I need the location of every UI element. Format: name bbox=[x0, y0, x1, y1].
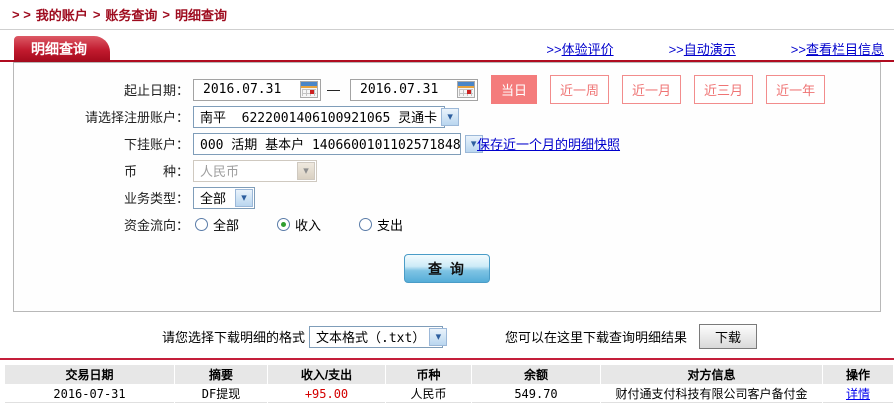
red-divider bbox=[0, 358, 894, 360]
currency-value: 人民币 bbox=[200, 161, 293, 180]
start-date-input[interactable]: 2016.07.31 bbox=[193, 79, 321, 101]
breadcrumb-item-detail-query[interactable]: 明细查询 bbox=[175, 5, 227, 24]
link-arrows: >> bbox=[669, 42, 684, 57]
col-header-counterparty: 对方信息 bbox=[601, 365, 822, 384]
calendar-icon[interactable] bbox=[300, 81, 318, 98]
tab-band: 明细查询 >>体验评价 >>自动演示 >>查看栏目信息 bbox=[0, 36, 894, 62]
radio-label: 收入 bbox=[295, 215, 321, 234]
link-auto-demo[interactable]: >>自动演示 bbox=[669, 39, 736, 58]
download-format-select[interactable]: 文本格式（.txt） ▾ bbox=[309, 326, 443, 348]
link-arrows: >> bbox=[546, 42, 561, 57]
business-type-value: 全部 bbox=[200, 188, 231, 207]
breadcrumb-separator: > bbox=[93, 7, 101, 22]
save-monthly-snapshot-link[interactable]: 保存近一个月的明细快照 bbox=[477, 134, 620, 153]
link-label: 体验评价 bbox=[562, 42, 614, 57]
col-header-summary: 摘要 bbox=[175, 365, 267, 384]
query-button[interactable]: 查 询 bbox=[404, 254, 490, 283]
result-table: 交易日期 摘要 收入/支出 币种 余额 对方信息 操作 2016-07-31 D… bbox=[4, 364, 894, 404]
download-format-label: 请您选择下载明细的格式 bbox=[162, 327, 305, 346]
header-links: >>体验评价 >>自动演示 >>查看栏目信息 bbox=[546, 39, 884, 58]
cell-counterparty: 财付通支付科技有限公司客户备付金 bbox=[601, 385, 822, 403]
date-range-row: 起止日期： 2016.07.31 — 2016.07.31 当日 近一周 近一月… bbox=[14, 76, 880, 103]
quick-range-3months-button[interactable]: 近三月 bbox=[694, 75, 753, 104]
sub-account-row: 下挂账户： 000 活期 基本户 1406600101102571848 ▾ 保… bbox=[14, 130, 880, 157]
link-label: 查看栏目信息 bbox=[806, 42, 884, 57]
currency-label: 币 种： bbox=[14, 161, 189, 180]
register-account-select[interactable]: 南平 6222001406100921065 灵通卡 ▾ bbox=[193, 106, 445, 128]
end-date-value: 2016.07.31 bbox=[360, 82, 457, 97]
chevron-down-icon: ▾ bbox=[297, 162, 315, 180]
col-header-currency: 币种 bbox=[386, 365, 471, 384]
quick-range-week-button[interactable]: 近一周 bbox=[550, 75, 609, 104]
register-account-row: 请选择注册账户： 南平 6222001406100921065 灵通卡 ▾ bbox=[14, 103, 880, 130]
breadcrumb-item-account-query[interactable]: 账务查询 bbox=[105, 5, 157, 24]
currency-select: 人民币 ▾ bbox=[193, 160, 317, 182]
download-row: 请您选择下载明细的格式 文本格式（.txt） ▾ 您可以在这里下载查询明细结果 … bbox=[162, 324, 894, 349]
sub-account-label: 下挂账户： bbox=[14, 134, 189, 153]
flow-radio-all[interactable]: 全部 bbox=[195, 215, 239, 234]
register-account-label: 请选择注册账户： bbox=[14, 107, 189, 126]
detail-link[interactable]: 详情 bbox=[846, 387, 870, 401]
quick-range-today-button[interactable]: 当日 bbox=[491, 75, 537, 104]
start-date-value: 2016.07.31 bbox=[203, 82, 300, 97]
radio-label: 支出 bbox=[377, 215, 403, 234]
date-range-label: 起止日期： bbox=[14, 80, 189, 99]
breadcrumb: > > 我的账户 > 账务查询 > 明细查询 bbox=[0, 0, 894, 30]
table-row: 2016-07-31 DF提现 +95.00 人民币 549.70 财付通支付科… bbox=[5, 385, 893, 403]
flow-radio-expense[interactable]: 支出 bbox=[359, 215, 403, 234]
sub-account-select[interactable]: 000 活期 基本户 1406600101102571848 ▾ bbox=[193, 133, 461, 155]
end-date-input[interactable]: 2016.07.31 bbox=[350, 79, 478, 101]
download-format-value: 文本格式（.txt） bbox=[316, 327, 425, 346]
cell-currency: 人民币 bbox=[386, 385, 471, 403]
sub-account-value: 000 活期 基本户 1406600101102571848 bbox=[200, 134, 461, 153]
chevron-down-icon[interactable]: ▾ bbox=[235, 189, 253, 207]
breadcrumb-item-my-account[interactable]: 我的账户 bbox=[36, 5, 88, 24]
query-button-row: 查 询 bbox=[14, 254, 880, 283]
link-view-column-info[interactable]: >>查看栏目信息 bbox=[791, 39, 884, 58]
download-button[interactable]: 下载 bbox=[699, 324, 757, 349]
business-type-row: 业务类型： 全部 ▾ bbox=[14, 184, 880, 211]
tab-detail-query[interactable]: 明细查询 bbox=[14, 36, 110, 62]
breadcrumb-arrows-icon: > > bbox=[12, 7, 31, 22]
date-range-dash: — bbox=[327, 82, 340, 97]
radio-icon bbox=[277, 218, 290, 231]
download-hint-label: 您可以在这里下载查询明细结果 bbox=[505, 327, 687, 346]
query-form-panel: 起止日期： 2016.07.31 — 2016.07.31 当日 近一周 近一月… bbox=[13, 62, 881, 312]
quick-range-year-button[interactable]: 近一年 bbox=[766, 75, 825, 104]
register-account-value: 南平 6222001406100921065 灵通卡 bbox=[200, 107, 437, 126]
radio-label: 全部 bbox=[213, 215, 239, 234]
col-header-action: 操作 bbox=[823, 365, 893, 384]
col-header-amount: 收入/支出 bbox=[268, 365, 385, 384]
chevron-down-icon[interactable]: ▾ bbox=[429, 328, 447, 346]
radio-icon bbox=[359, 218, 372, 231]
quick-range-month-button[interactable]: 近一月 bbox=[622, 75, 681, 104]
currency-row: 币 种： 人民币 ▾ bbox=[14, 157, 880, 184]
cell-summary: DF提现 bbox=[175, 385, 267, 403]
business-type-select[interactable]: 全部 ▾ bbox=[193, 187, 255, 209]
calendar-icon[interactable] bbox=[457, 81, 475, 98]
flow-radio-income[interactable]: 收入 bbox=[277, 215, 321, 234]
link-experience-review[interactable]: >>体验评价 bbox=[546, 39, 613, 58]
link-arrows: >> bbox=[791, 42, 806, 57]
cell-balance: 549.70 bbox=[472, 385, 600, 403]
fund-flow-row: 资金流向： 全部 收入 支出 bbox=[14, 211, 880, 238]
chevron-down-icon[interactable]: ▾ bbox=[441, 108, 459, 126]
cell-amount: +95.00 bbox=[268, 385, 385, 403]
fund-flow-label: 资金流向： bbox=[14, 215, 189, 234]
cell-date: 2016-07-31 bbox=[5, 385, 174, 403]
breadcrumb-separator: > bbox=[162, 7, 170, 22]
col-header-balance: 余额 bbox=[472, 365, 600, 384]
link-label: 自动演示 bbox=[684, 42, 736, 57]
col-header-date: 交易日期 bbox=[5, 365, 174, 384]
table-header: 交易日期 摘要 收入/支出 币种 余额 对方信息 操作 bbox=[5, 365, 893, 384]
radio-icon bbox=[195, 218, 208, 231]
business-type-label: 业务类型： bbox=[14, 188, 189, 207]
